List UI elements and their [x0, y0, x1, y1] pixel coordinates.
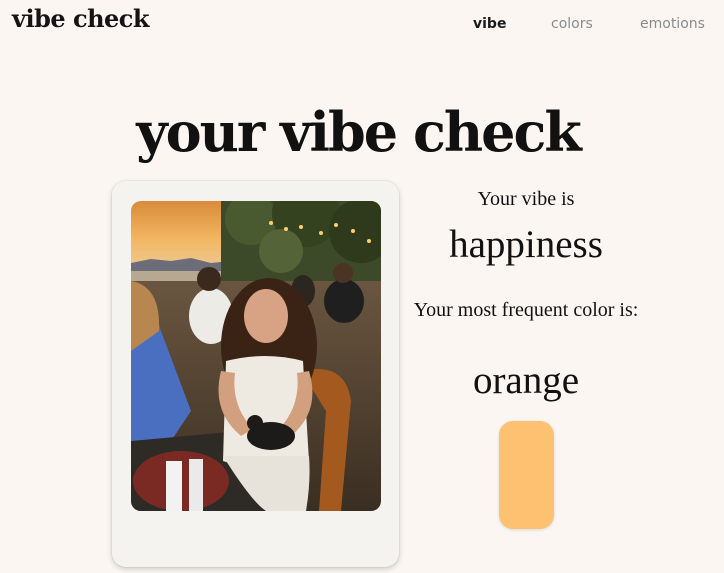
nav-vibe[interactable]: vibe — [473, 16, 506, 32]
vibe-label: Your vibe is — [477, 188, 575, 210]
uploaded-photo — [131, 201, 381, 511]
color-label: Your most frequent color is: — [413, 299, 639, 321]
vibe-value: happiness — [449, 223, 603, 266]
nav-colors[interactable]: colors — [551, 16, 593, 32]
color-value: orange — [472, 359, 580, 402]
nav-emotions[interactable]: emotions — [640, 16, 705, 32]
site-logo[interactable]: vibe check — [12, 4, 150, 33]
color-swatch — [499, 421, 554, 529]
page-title: your vibe check — [136, 100, 582, 164]
